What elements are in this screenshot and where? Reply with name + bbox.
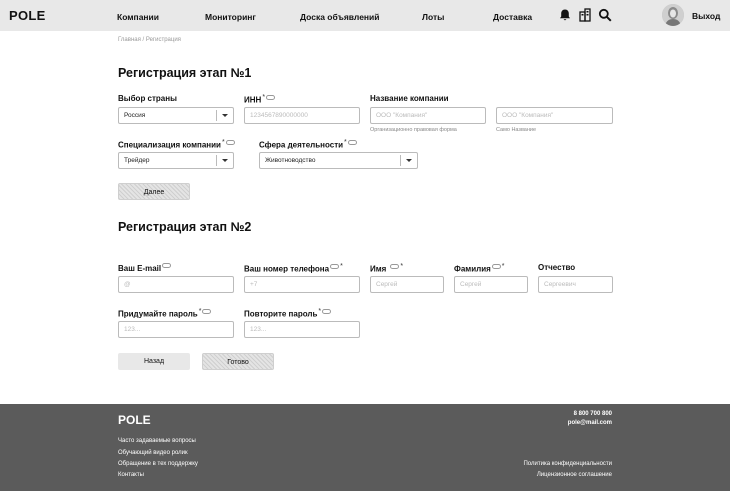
country-value: Россия [124, 112, 146, 119]
country-select[interactable]: Россия [118, 107, 234, 124]
password-input[interactable]: 123... [118, 321, 234, 338]
user-photo-icon [662, 4, 684, 26]
breadcrumb-current: Регистрация [145, 37, 181, 43]
breadcrumb-home[interactable]: Главная [118, 37, 141, 43]
company-form-input[interactable]: ООО "Компания" [370, 107, 486, 124]
done-button[interactable]: Готово [202, 353, 274, 370]
nav-delivery[interactable]: Доставка [493, 12, 532, 22]
footer-email[interactable]: pole@mail.com [568, 420, 612, 426]
avatar[interactable] [662, 4, 684, 26]
step2-title: Регистрация этап №2 [118, 220, 252, 234]
sphere-value: Животноводство [265, 157, 316, 164]
tooltip-icon[interactable] [491, 263, 501, 269]
company-name-input[interactable]: ООО "Компания" [496, 107, 613, 124]
tooltip-icon[interactable] [330, 263, 340, 269]
tooltip-icon[interactable] [390, 263, 400, 269]
tooltip-icon[interactable] [225, 139, 235, 145]
tooltip-icon[interactable] [266, 94, 276, 100]
country-label: Выбор страны [118, 94, 177, 103]
footer-link-support[interactable]: Обращение в тех поддержку [118, 461, 198, 467]
chevron-down-icon [222, 159, 228, 162]
search-icon[interactable] [598, 8, 612, 22]
password-repeat-label: Повторите пароль* [244, 308, 332, 319]
sphere-label: Сфера деятельности* [259, 139, 357, 150]
specialization-select[interactable]: Трейдер [118, 152, 234, 169]
company-name-label: Название компании [370, 94, 449, 103]
footer-privacy-link[interactable]: Политика конфиденциальности [523, 461, 612, 467]
footer-link-video[interactable]: Обучающий видео ролик [118, 450, 188, 456]
email-label: Ваш E-mail [118, 263, 172, 273]
company-form-hint: Организационно правовая форма [370, 127, 457, 133]
sphere-select[interactable]: Животноводство [259, 152, 418, 169]
next-button[interactable]: Далее [118, 183, 190, 200]
specialization-value: Трейдер [124, 157, 150, 164]
footer-phone[interactable]: 8 800 700 800 [574, 411, 612, 417]
inn-input[interactable]: 1234567890000000 [244, 107, 360, 124]
bell-icon[interactable] [558, 8, 572, 22]
password-label: Придумайте пароль* [118, 308, 212, 319]
nav-monitoring[interactable]: Мониторинг [205, 12, 256, 22]
password-repeat-input[interactable]: 123... [244, 321, 360, 338]
inn-label: ИНН* [244, 94, 276, 105]
first-name-label: Имя * [370, 263, 404, 274]
email-input[interactable]: @ [118, 276, 234, 293]
patronymic-label: Отчество [538, 263, 576, 272]
building-icon[interactable] [578, 8, 592, 22]
tooltip-icon[interactable] [202, 308, 212, 314]
breadcrumb: Главная / Регистрация [118, 37, 181, 43]
footer-link-contacts[interactable]: Контакты [118, 472, 144, 478]
footer-link-faq[interactable]: Часто задаваемые вопросы [118, 438, 196, 444]
tooltip-icon[interactable] [162, 263, 172, 268]
nav-bulletin-board[interactable]: Доска объявлений [300, 12, 380, 22]
last-name-label: Фамилия * [454, 263, 505, 274]
first-name-input[interactable]: Сергей [370, 276, 444, 293]
phone-label: Ваш номер телефона * [244, 263, 343, 274]
back-button[interactable]: Назад [118, 353, 190, 370]
specialization-label: Специализация компании* [118, 139, 235, 150]
tooltip-icon[interactable] [347, 139, 357, 145]
tooltip-icon[interactable] [322, 308, 332, 314]
footer: POLE Часто задаваемые вопросы Обучающий … [0, 404, 730, 491]
top-navbar: POLE Компании Мониторинг Доска объявлени… [0, 0, 730, 31]
footer-logo[interactable]: POLE [118, 413, 151, 427]
company-name-hint: Само Название [496, 127, 537, 133]
nav-companies[interactable]: Компании [117, 12, 159, 22]
logout-link[interactable]: Выход [692, 11, 720, 21]
nav-lots[interactable]: Лоты [422, 12, 444, 22]
patronymic-input[interactable]: Сергеевич [538, 276, 613, 293]
footer-license-link[interactable]: Лицензионное соглашение [537, 472, 612, 478]
chevron-down-icon [222, 114, 228, 117]
step1-title: Регистрация этап №1 [118, 66, 252, 80]
phone-input[interactable]: +7 [244, 276, 360, 293]
last-name-input[interactable]: Сергей [454, 276, 528, 293]
chevron-down-icon [406, 159, 412, 162]
logo[interactable]: POLE [9, 8, 46, 23]
